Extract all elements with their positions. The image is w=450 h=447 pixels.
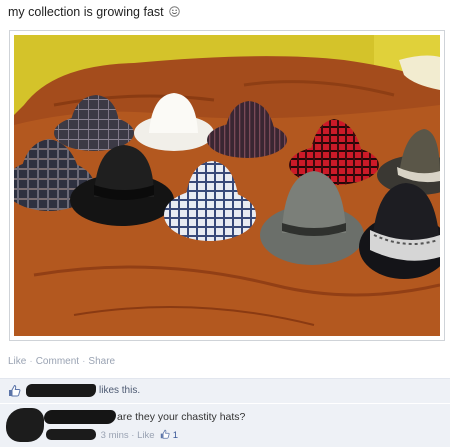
redacted-name bbox=[26, 384, 96, 397]
separator: · bbox=[131, 430, 135, 441]
like-link[interactable]: Like bbox=[8, 356, 26, 367]
redacted-commenter-name bbox=[44, 410, 116, 424]
hats-photo[interactable] bbox=[14, 35, 440, 336]
avatar[interactable] bbox=[6, 408, 44, 442]
separator: · bbox=[82, 356, 86, 367]
thumbs-up-icon bbox=[160, 429, 170, 439]
thumbs-up-icon bbox=[9, 384, 21, 397]
comment-like-count[interactable]: 1 bbox=[173, 430, 178, 441]
comment-text: are they your chastity hats? bbox=[117, 411, 246, 423]
post-actions: Like · Comment · Share bbox=[8, 356, 115, 367]
comment: are they your chastity hats? 3 mins · Li… bbox=[0, 403, 450, 447]
status-message: my collection is growing fast bbox=[8, 5, 164, 19]
redacted-meta bbox=[46, 429, 96, 440]
share-link[interactable]: Share bbox=[88, 356, 115, 367]
comment-time[interactable]: 3 mins bbox=[101, 430, 129, 441]
likes-summary: likes this. bbox=[0, 378, 450, 403]
photo-frame[interactable] bbox=[9, 30, 445, 341]
comment-link[interactable]: Comment bbox=[36, 356, 79, 367]
status-text: my collection is growing fast bbox=[8, 5, 180, 19]
likes-text: likes this. bbox=[99, 385, 141, 396]
comment-like-link[interactable]: Like bbox=[137, 430, 154, 441]
comment-meta: 3 mins · Like 1 bbox=[46, 429, 178, 441]
smiley-icon bbox=[169, 6, 180, 17]
separator: · bbox=[29, 356, 33, 367]
